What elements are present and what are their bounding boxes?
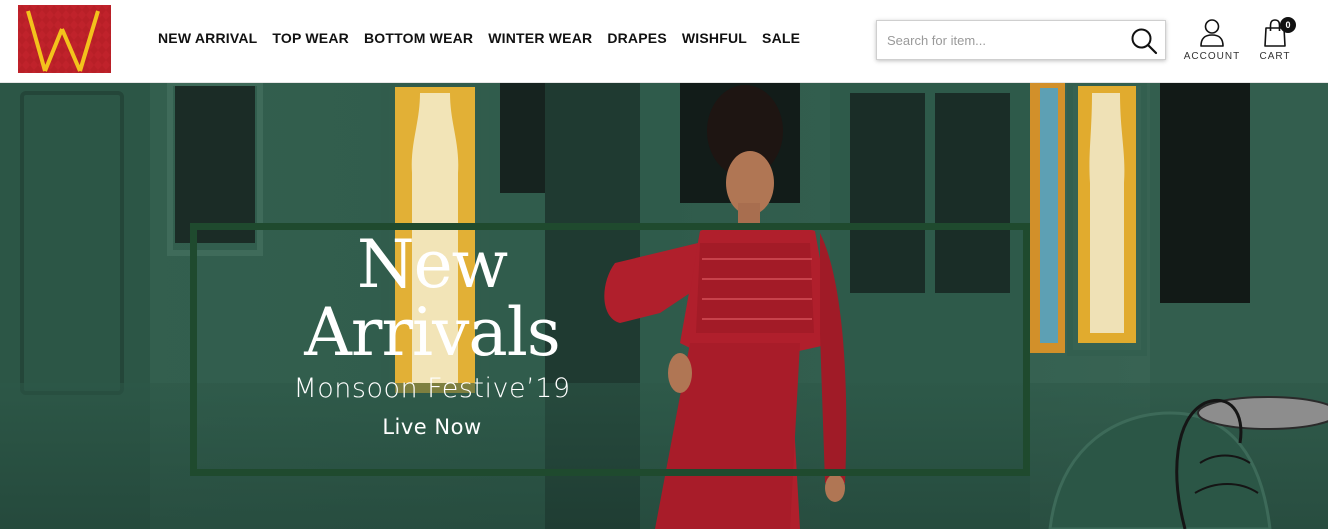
promo-text-block: New Arrivals Monsoon Festive’19 Live Now: [222, 228, 642, 442]
search-input[interactable]: [877, 21, 1127, 59]
nav-item-bottom-wear[interactable]: BOTTOM WEAR: [364, 30, 473, 46]
promo-subtitle: Monsoon Festive’19: [293, 373, 571, 404]
search-icon: [1131, 28, 1158, 55]
nav-item-sale[interactable]: SALE: [762, 30, 800, 46]
cart-count-badge: 0: [1280, 17, 1296, 33]
nav-item-new-arrival[interactable]: NEW ARRIVAL: [158, 30, 257, 46]
search-box: [876, 20, 1166, 60]
cart-button[interactable]: 0 CART: [1256, 17, 1296, 62]
w-logo-icon: [18, 5, 111, 73]
nav-item-wishful[interactable]: WISHFUL: [682, 30, 747, 46]
live-now-link[interactable]: Live Now: [382, 412, 481, 442]
nav-item-drapes[interactable]: DRAPES: [607, 30, 667, 46]
site-header: NEW ARRIVAL TOP WEAR BOTTOM WEAR WINTER …: [0, 0, 1328, 83]
user-icon: [1200, 19, 1224, 47]
nav-item-winter-wear[interactable]: WINTER WEAR: [488, 30, 592, 46]
cart-label: CART: [1259, 51, 1291, 62]
promo-title-line1: New: [356, 226, 508, 303]
account-button[interactable]: ACCOUNT: [1183, 18, 1241, 62]
search-button[interactable]: [1129, 26, 1159, 56]
nav-item-top-wear[interactable]: TOP WEAR: [272, 30, 349, 46]
hero-banner[interactable]: New Arrivals Monsoon Festive’19 Live Now: [0, 83, 1328, 529]
main-nav: NEW ARRIVAL TOP WEAR BOTTOM WEAR WINTER …: [158, 30, 815, 46]
promo-title-line2: Arrivals: [304, 294, 560, 371]
account-label: ACCOUNT: [1183, 51, 1241, 62]
brand-logo[interactable]: [18, 5, 111, 73]
